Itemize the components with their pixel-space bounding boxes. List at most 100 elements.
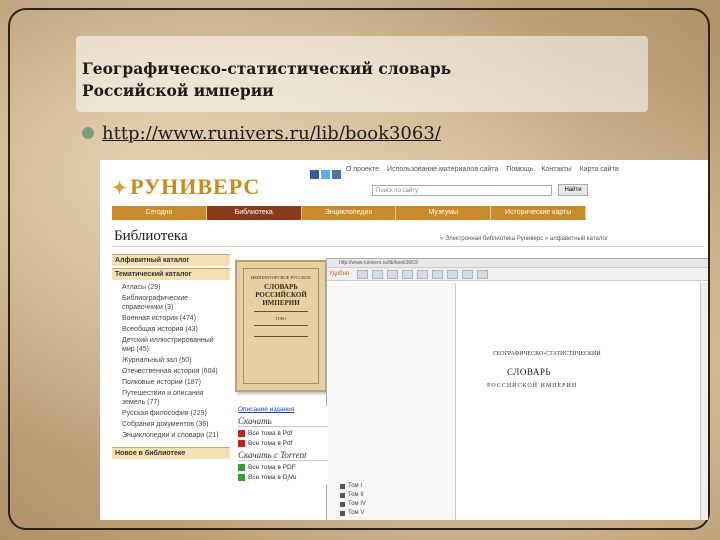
breadcrumb[interactable]: » Электронная библиотека Руниверс » алфа… <box>440 236 608 242</box>
bullet-icon <box>82 127 94 139</box>
toolbar-button-icon[interactable] <box>402 269 414 279</box>
torrent-row[interactable]: Все тома в PDF <box>238 464 328 471</box>
tome-label: Том V <box>348 510 365 516</box>
catalog-item[interactable]: Атласы (29) <box>112 282 230 293</box>
torrent-label[interactable]: Все тома в PDF <box>248 464 296 471</box>
vk-icon[interactable] <box>332 170 341 179</box>
torrent-heading: Скачать с Torrent <box>238 450 328 461</box>
download-label[interactable]: Все тома в Pdf <box>248 440 292 447</box>
download-heading: Скачать <box>238 416 328 427</box>
pdf-icon <box>238 440 245 447</box>
social-icons <box>310 170 341 179</box>
top-links: О проекте Использование материалов сайта… <box>346 166 619 173</box>
tome-label: Том I <box>348 483 362 489</box>
logo-icon: ✦ <box>112 178 129 198</box>
toolbar-button-icon[interactable] <box>417 269 429 279</box>
bullet-link-row: http://www.runivers.ru/lib/book3063/ <box>82 120 441 146</box>
edition-description-link[interactable]: Описание издания <box>238 406 328 413</box>
catalog-item[interactable]: Русская философия (229) <box>112 408 230 419</box>
tome-icon <box>340 511 345 516</box>
book-url-link[interactable]: http://www.runivers.ru/lib/book3063/ <box>102 123 441 144</box>
catalog-item[interactable]: Энциклопедии и словари (21) <box>112 430 230 441</box>
book-viewer-window: http://www.runivers.ru/lib/book3063/ Удо… <box>326 258 708 520</box>
catalog-item[interactable]: Библиографические справочники (3) <box>112 293 230 313</box>
tome-label: Том IV <box>348 501 366 507</box>
download-label[interactable]: Все тома в Pdf <box>248 430 292 437</box>
toolbar-button-icon[interactable] <box>447 269 459 279</box>
torrent-icon <box>238 464 245 471</box>
torrent-label[interactable]: Все тома в DjVu <box>248 474 297 481</box>
website-screenshot: ✦РУНИВЕРС О проекте Использование матери… <box>100 160 708 520</box>
facebook-icon[interactable] <box>310 170 319 179</box>
download-row[interactable]: Все тома в Pdf <box>238 430 328 437</box>
tome-item[interactable]: Том I <box>340 482 366 491</box>
tome-item[interactable]: Том II <box>340 491 366 500</box>
catalog-alphabetical[interactable]: Алфавитный каталог <box>112 254 230 266</box>
catalog-thematic[interactable]: Тематический каталог <box>112 268 230 280</box>
cover-line1: ИМПЕРАТОРСКОЕ РУССКОЕ <box>250 275 311 280</box>
catalog-item[interactable]: Журнальный зал (50) <box>112 355 230 366</box>
cover-rule <box>254 325 308 326</box>
catalog-item[interactable]: Детский иллюстрированный мир (45) <box>112 335 230 355</box>
cover-line3: ТОМ I <box>275 316 287 321</box>
torrent-row[interactable]: Все тома в DjVu <box>238 474 328 481</box>
tome-item[interactable]: Том IV <box>340 500 366 509</box>
viewer-page: ГЕОГРАФИЧЕСКО-СТАТИСТИЧЕСКИЙ СЛОВАРЬ РОС… <box>457 283 701 520</box>
book-cover-frame: ИМПЕРАТОРСКОЕ РУССКОЕ СЛОВАРЬ РОССИЙСКОЙ… <box>243 268 319 384</box>
nav-item-maps[interactable]: Исторические карты <box>491 206 586 220</box>
page-text-line1: ГЕОГРАФИЧЕСКО-СТАТИСТИЧЕСКИЙ <box>493 351 601 357</box>
download-row[interactable]: Все тома в Pdf <box>238 440 328 447</box>
top-link-help[interactable]: Помощь <box>506 166 533 173</box>
tome-icon <box>340 502 345 507</box>
viewer-toolbar: Удобно <box>327 268 708 281</box>
toolbar-button-icon[interactable] <box>477 269 489 279</box>
toolbar-button-icon[interactable] <box>372 269 384 279</box>
site-search-input[interactable]: Поиск по сайту <box>372 185 552 196</box>
catalog-item[interactable]: Военная история (474) <box>112 313 230 324</box>
catalog-item[interactable]: Полковые истории (187) <box>112 377 230 388</box>
tome-icon <box>340 493 345 498</box>
site-search-button[interactable]: Найти <box>558 184 588 196</box>
top-link-usage[interactable]: Использование материалов сайта <box>387 166 498 173</box>
viewer-address-bar[interactable]: http://www.runivers.ru/lib/book3063/ <box>327 259 708 268</box>
nav-item-museums[interactable]: Музеумы <box>396 206 492 220</box>
viewer-scrollbar[interactable] <box>700 283 708 520</box>
top-link-about[interactable]: О проекте <box>346 166 379 173</box>
top-link-contacts[interactable]: Контакты <box>541 166 571 173</box>
book-cover-image[interactable]: ИМПЕРАТОРСКОЕ РУССКОЕ СЛОВАРЬ РОССИЙСКОЙ… <box>235 260 327 392</box>
cover-rule <box>254 336 308 337</box>
catalog-new-items[interactable]: Новое в библиотеке <box>112 447 230 459</box>
nav-item-library[interactable]: Библиотека <box>206 206 302 220</box>
page-title: Библиотека <box>114 228 188 244</box>
cover-title: СЛОВАРЬ РОССИЙСКОЙ ИМПЕРИИ <box>255 283 307 307</box>
main-nav: Сегодня Библиотека Энциклопедия Музеумы … <box>112 206 586 220</box>
viewer-toolbar-label[interactable]: Удобно <box>329 271 349 277</box>
tome-list: Том I Том II Том IV Том V <box>340 482 366 518</box>
toolbar-button-icon[interactable] <box>432 269 444 279</box>
nav-item-encyclopedia[interactable]: Энциклопедия <box>301 206 397 220</box>
downloads-panel: Описание издания Скачать Все тома в Pdf … <box>238 406 328 484</box>
catalog-item[interactable]: Собрания документов (36) <box>112 419 230 430</box>
toolbar-button-icon[interactable] <box>387 269 399 279</box>
top-link-sitemap[interactable]: Карта сайта <box>580 166 619 173</box>
pdf-icon <box>238 430 245 437</box>
nav-item-today[interactable]: Сегодня <box>112 206 207 220</box>
page-text-title: СЛОВАРЬ <box>507 367 551 377</box>
slide-title: Географическо-статистический словарь Рос… <box>82 59 452 100</box>
toolbar-button-icon[interactable] <box>357 269 369 279</box>
catalog-sidebar: Алфавитный каталог Тематический каталог … <box>112 254 230 459</box>
catalog-item[interactable]: Отечественная история (604) <box>112 366 230 377</box>
cover-rule <box>254 311 308 312</box>
toolbar-button-icon[interactable] <box>462 269 474 279</box>
tome-icon <box>340 484 345 489</box>
twitter-icon[interactable] <box>321 170 330 179</box>
logo-text: РУНИВЕРС <box>130 174 261 199</box>
runivers-logo[interactable]: ✦РУНИВЕРС <box>112 174 260 200</box>
torrent-icon <box>238 474 245 481</box>
divider <box>112 246 704 247</box>
catalog-item[interactable]: Путешествия и описания земель (77) <box>112 388 230 408</box>
catalog-item[interactable]: Всеобщая история (43) <box>112 324 230 335</box>
tome-item[interactable]: Том V <box>340 509 366 518</box>
tome-label: Том II <box>348 492 364 498</box>
page-text-line3: РОССИЙСКОЙ ИМПЕРИИ <box>487 383 578 389</box>
